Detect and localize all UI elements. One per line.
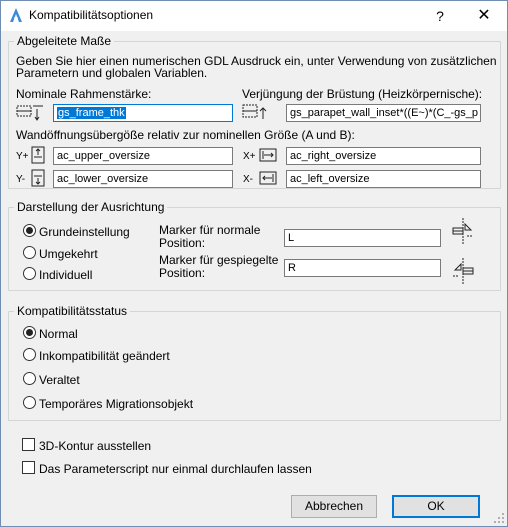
orientation-radio-reversed[interactable]: [23, 246, 36, 259]
marker-normal-label-1: Marker für normale: [159, 223, 261, 237]
compat-label-normal[interactable]: Normal: [39, 327, 78, 341]
compat-label-changed[interactable]: Inkompatibilität geändert: [39, 349, 170, 363]
compat-radio-changed[interactable]: [23, 348, 36, 361]
lower-oversize-value: ac_lower_oversize: [57, 173, 149, 185]
orientation-radio-default[interactable]: [23, 224, 36, 237]
compat-label-obsolete[interactable]: Veraltet: [39, 373, 80, 387]
right-oversize-input[interactable]: ac_right_oversize: [286, 147, 481, 165]
resize-grip-icon[interactable]: [493, 512, 505, 524]
marker-normal-value: L: [288, 232, 295, 244]
marker-normal-label-2: Position:: [159, 236, 206, 250]
group-title-compat: Kompatibilitätsstatus: [14, 304, 131, 318]
left-oversize-input[interactable]: ac_left_oversize: [286, 170, 481, 188]
upper-oversize-value: ac_upper_oversize: [57, 150, 150, 162]
dialog-window: Kompatibilitätsoptionen ? ✕ Abgeleitete …: [0, 0, 508, 527]
title-bar[interactable]: Kompatibilitätsoptionen ? ✕: [1, 1, 507, 31]
marker-normal-icon: [452, 218, 473, 244]
marker-mirror-icon: [453, 258, 474, 284]
orientation-label-default[interactable]: Grundeinstellung: [39, 225, 130, 239]
right-oversize-value: ac_right_oversize: [290, 150, 377, 162]
cancel-button[interactable]: Abbrechen: [291, 495, 377, 518]
orientation-label-reversed[interactable]: Umgekehrt: [39, 247, 98, 261]
left-oversize-icon: [259, 171, 277, 185]
orientation-radio-custom[interactable]: [23, 267, 36, 280]
script-once-label[interactable]: Das Parameterscript nur einmal durchlauf…: [39, 462, 312, 476]
oversize-label: Wandöffnungsübergöße relativ zur nominel…: [16, 128, 355, 142]
parapet-inset-label: Verjüngung der Brüstung (Heizkörpernisch…: [242, 87, 483, 101]
archicad-app-icon: [10, 8, 22, 22]
contour-3d-checkbox[interactable]: [22, 438, 35, 451]
ok-button[interactable]: OK: [392, 495, 480, 518]
left-oversize-prefix: X-: [243, 174, 253, 185]
help-button[interactable]: ?: [425, 4, 455, 28]
frame-thickness-value: gs_frame_thk: [57, 107, 126, 119]
marker-mirror-input[interactable]: R: [284, 259, 441, 277]
frame-thickness-label: Nominale Rahmenstärke:: [16, 87, 152, 101]
lower-oversize-input[interactable]: ac_lower_oversize: [53, 170, 233, 188]
frame-thickness-input[interactable]: gs_frame_thk: [53, 104, 233, 122]
compat-radio-normal[interactable]: [23, 326, 36, 339]
upper-oversize-prefix: Y+: [16, 151, 29, 162]
parapet-inset-value: gs_parapet_wall_inset*((E~)*(C_-gs_p: [290, 107, 479, 119]
lower-oversize-prefix: Y-: [16, 174, 26, 185]
upper-oversize-input[interactable]: ac_upper_oversize: [53, 147, 233, 165]
left-oversize-value: ac_left_oversize: [290, 173, 370, 185]
right-oversize-icon: [259, 148, 277, 162]
marker-mirror-label-2: Position:: [159, 266, 206, 280]
group-title-derived: Abgeleitete Maße: [14, 34, 115, 48]
orientation-label-custom[interactable]: Individuell: [39, 268, 92, 282]
lower-oversize-icon: [31, 169, 45, 187]
parapet-inset-input[interactable]: gs_parapet_wall_inset*((E~)*(C_-gs_p: [286, 104, 481, 122]
marker-mirror-value: R: [288, 262, 296, 274]
parapet-inset-icon: [242, 104, 267, 119]
script-once-checkbox[interactable]: [22, 461, 35, 474]
upper-oversize-icon: [31, 146, 45, 164]
compat-label-migration[interactable]: Temporäres Migrationsobjekt: [39, 397, 193, 411]
right-oversize-prefix: X+: [243, 151, 256, 162]
compat-radio-migration[interactable]: [23, 396, 36, 409]
window-title: Kompatibilitätsoptionen: [29, 8, 154, 22]
marker-mirror-label-1: Marker für gespiegelte: [159, 253, 279, 267]
contour-3d-label[interactable]: 3D-Kontur ausstellen: [39, 439, 151, 453]
compat-radio-obsolete[interactable]: [23, 372, 36, 385]
group-title-orientation: Darstellung der Ausrichtung: [14, 200, 168, 214]
marker-normal-input[interactable]: L: [284, 229, 441, 247]
close-button[interactable]: ✕: [469, 4, 499, 28]
description-text-2: Parametern und globalen Variablen.: [16, 66, 208, 80]
frame-thickness-icon: [16, 105, 43, 121]
